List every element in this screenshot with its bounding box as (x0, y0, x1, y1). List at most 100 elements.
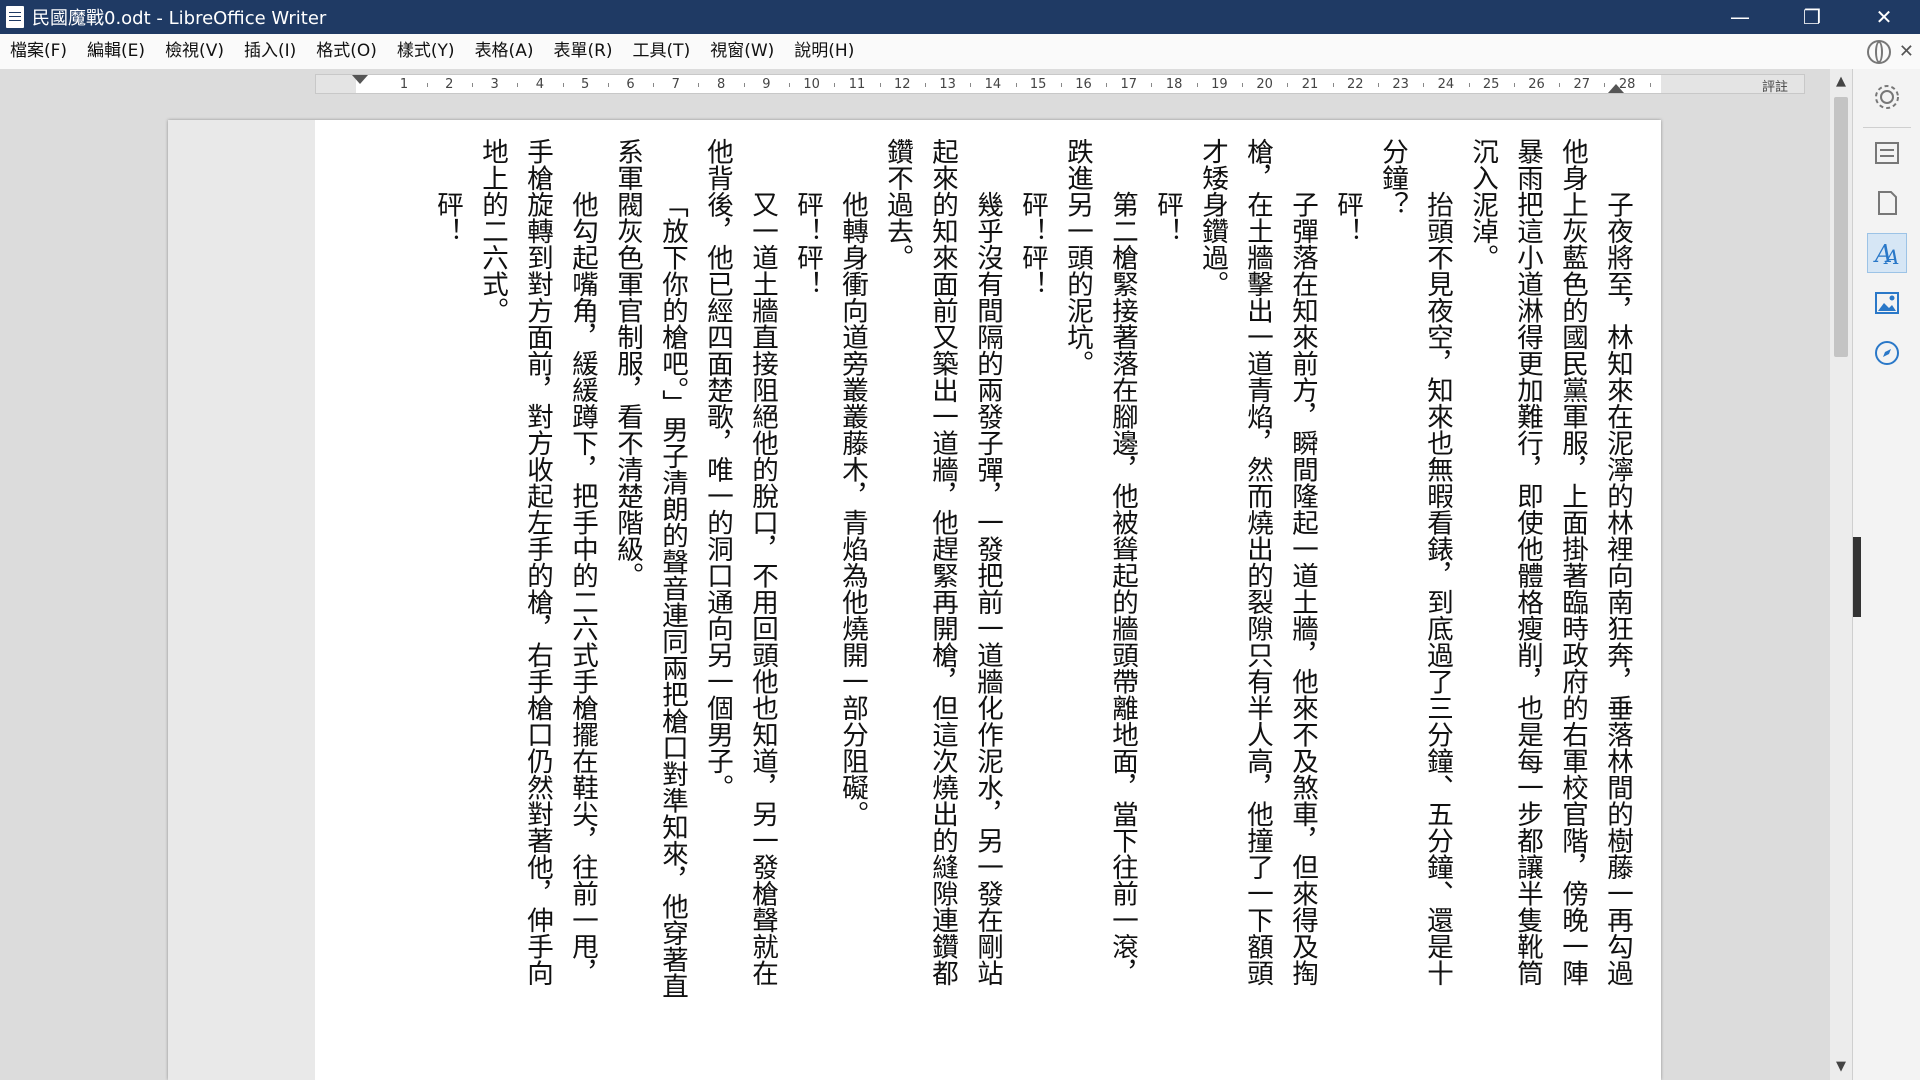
ruler-tick (1287, 83, 1289, 87)
ruler-tick (1423, 83, 1425, 87)
menu-form[interactable]: 表單(R) (543, 34, 622, 69)
menu-window[interactable]: 視窗(W) (700, 34, 784, 69)
writer-document-icon (6, 6, 24, 28)
ruler-tick (1242, 83, 1244, 87)
styles-icon[interactable]: AA (1867, 233, 1907, 273)
vertical-text: 子夜將至，林知來在泥濘的林裡向南狂奔，垂落林間的樹藤一再勾過他身上灰藍色的國民黨… (432, 138, 1640, 1008)
ruler-number: 6 (626, 77, 635, 92)
ruler-tick (789, 83, 791, 87)
menu-view[interactable]: 檢視(V) (155, 34, 234, 69)
ruler-number: 9 (762, 77, 771, 92)
paragraph: 子彈落在知來前方，瞬間隆起一道土牆，他來不及煞車，但來得及掏槍，在土牆擊出一道青… (1197, 138, 1318, 986)
gallery-icon[interactable] (1867, 283, 1907, 323)
ruler-tick (1377, 83, 1379, 87)
ruler-tick (1106, 83, 1108, 87)
menu-insert[interactable]: 插入(I) (234, 34, 306, 69)
ruler-tick (834, 83, 836, 87)
ruler-number: 1 (399, 77, 409, 92)
page-icon[interactable] (1867, 183, 1907, 223)
paragraph: 砰！ (1152, 191, 1183, 244)
ruler-number: 20 (1256, 77, 1273, 92)
indent-marker-icon[interactable] (352, 75, 368, 84)
sliders-icon[interactable] (1867, 133, 1907, 173)
ruler-number: 8 (716, 77, 726, 92)
ruler-number: 25 (1482, 77, 1500, 92)
menu-tools[interactable]: 工具(T) (623, 34, 701, 69)
ruler-number: 27 (1573, 77, 1591, 92)
ruler-tick (698, 83, 700, 87)
horizontal-ruler[interactable]: 評註 1 2 3 4 5 6 7 8 9 10 11 12 13 14 15 16 17 18 19 20 21 22 23… (315, 74, 1805, 95)
document-body[interactable]: 子夜將至，林知來在泥濘的林裡向南狂奔，垂落林間的樹藤一再勾過他身上灰藍色的國民黨… (432, 138, 1640, 1018)
menu-bar: 檔案(F) 編輯(E) 檢視(V) 插入(I) 格式(O) 樣式(Y) 表格(A… (0, 34, 1920, 70)
window-title: 民國魔戰0.odt - LibreOffice Writer (32, 8, 327, 29)
ruler-tick (879, 83, 881, 87)
close-button[interactable]: ✕ (1848, 0, 1920, 34)
ruler-tick (1060, 83, 1062, 87)
menu-styles[interactable]: 樣式(Y) (387, 34, 465, 69)
ruler-number: 17 (1120, 77, 1138, 92)
paragraph: 砰！ (1332, 191, 1363, 244)
menu-table[interactable]: 表格(A) (465, 34, 544, 69)
scroll-thumb[interactable] (1834, 97, 1848, 357)
paragraph: 子夜將至，林知來在泥濘的林裡向南狂奔，垂落林間的樹藤一再勾過他身上灰藍色的國民黨… (1467, 138, 1633, 986)
paragraph: 幾乎沒有間隔的兩發子彈，一發把前一道牆化作泥水，另一發在剛站起來的知來面前又築出… (882, 138, 1003, 986)
globe-icon[interactable] (1866, 39, 1891, 64)
ruler-number: 18 (1165, 77, 1183, 92)
ruler-tick (743, 83, 745, 87)
close-document-button[interactable]: ✕ (1899, 41, 1914, 62)
ruler-tick (517, 83, 519, 87)
ruler-tick (1151, 83, 1153, 87)
ruler-tick (653, 83, 655, 87)
paragraph: 砰！ (432, 191, 463, 244)
title-bar: 民國魔戰0.odt - LibreOffice Writer — ❐ ✕ (0, 0, 1920, 34)
menu-format[interactable]: 格式(O) (306, 34, 387, 69)
window-controls: — ❐ ✕ (1704, 0, 1920, 34)
ruler-number: 10 (803, 77, 820, 92)
ruler-tick (1513, 83, 1515, 87)
ruler-tick (426, 83, 428, 87)
ruler-tick (1468, 83, 1470, 87)
paragraph: 砰！砰！ (792, 191, 823, 297)
ruler-tick (471, 83, 473, 87)
page-margin (168, 120, 315, 1080)
ruler-comment-label: 評註 (1761, 80, 1788, 95)
ruler-number: 12 (894, 77, 911, 92)
ruler-tick (1332, 83, 1334, 87)
ruler-number: 26 (1528, 77, 1545, 92)
ruler-number: 24 (1437, 77, 1455, 92)
vertical-scrollbar[interactable]: ▲ ▼ (1830, 69, 1852, 1080)
menu-file[interactable]: 檔案(F) (0, 34, 77, 69)
ruler-tick (607, 83, 609, 87)
minimize-button[interactable]: — (1704, 0, 1776, 34)
ruler-tick (1649, 83, 1651, 87)
paragraph: 「放下你的槍吧。」男子清朗的聲音連同兩把槍口對準知來，他穿著直系軍閥灰色軍官制服… (612, 138, 688, 1000)
ruler-number: 28 (1618, 77, 1636, 92)
menubar-right: ✕ (1866, 34, 1914, 69)
scroll-up-icon[interactable]: ▲ (1830, 71, 1852, 93)
ruler-tick (1015, 83, 1017, 87)
paragraph: 第二槍緊接著落在腳邊，他被聳起的牆頭帶離地面，當下往前一滾，跌進另一頭的泥坑。 (1062, 138, 1138, 986)
paragraph: 抬頭不見夜空，知來也無暇看錶，到底過了三分鐘、五分鐘、還是十分鐘？ (1377, 138, 1453, 986)
ruler-number: 21 (1301, 77, 1319, 92)
ruler-tick (1196, 83, 1198, 87)
ruler-number: 23 (1392, 77, 1409, 92)
ruler-number: 11 (848, 77, 866, 92)
ruler-margin-left (316, 75, 356, 93)
ruler-tick (1559, 83, 1561, 87)
paragraph: 砰！砰！ (1017, 191, 1048, 297)
navigator-compass-icon[interactable] (1867, 333, 1907, 373)
maximize-button[interactable]: ❐ (1776, 0, 1848, 34)
ruler-tick (562, 83, 564, 87)
properties-gear-icon[interactable] (1867, 77, 1907, 117)
menu-edit[interactable]: 編輯(E) (77, 34, 155, 69)
ruler-tick (970, 83, 972, 87)
ruler-number: 5 (581, 77, 590, 92)
sidebar-collapse-handle[interactable] (1853, 537, 1861, 617)
menu-help[interactable]: 說明(H) (784, 34, 864, 69)
ruler-number: 16 (1075, 77, 1092, 92)
paragraph: 他轉身衝向道旁叢叢藤木，青焰為他燒開一部分阻礙。 (837, 191, 868, 827)
ruler-number: 14 (984, 77, 1002, 92)
ruler-tick (1604, 83, 1606, 87)
paragraph: 他勾起嘴角，緩緩蹲下，把手中的二六式手槍擺在鞋尖，往前一甩，手槍旋轉到對方面前，… (477, 138, 598, 986)
scroll-down-icon[interactable]: ▼ (1830, 1056, 1852, 1078)
